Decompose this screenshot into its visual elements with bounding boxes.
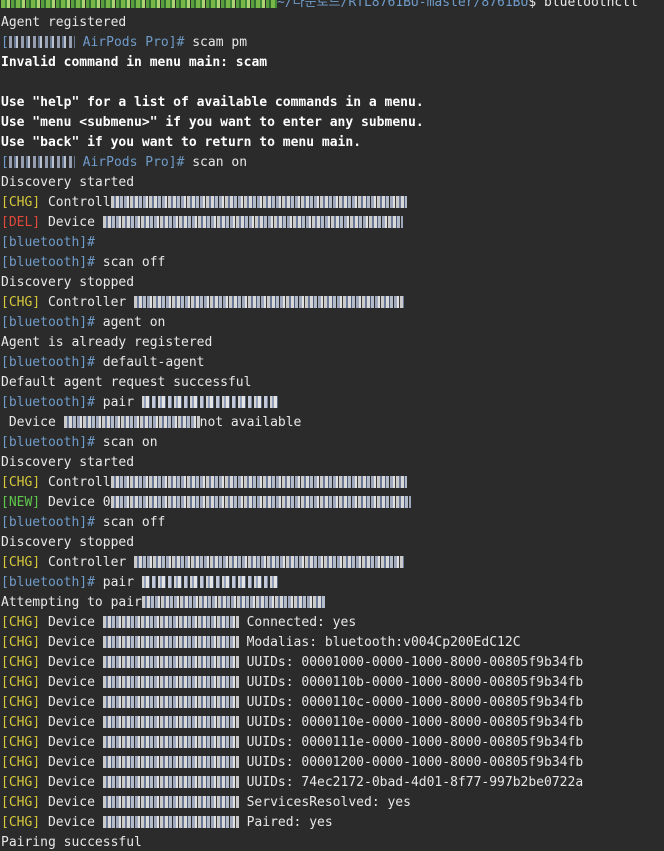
tag-chg: [CHG] <box>1 475 41 490</box>
tag-chg: [CHG] <box>1 555 41 570</box>
terminal-line: [CHG] Controller <box>1 293 664 313</box>
redacted-address <box>102 796 239 808</box>
terminal-line: [bluetooth]# agent on <box>1 315 166 330</box>
terminal-line: Agent registered <box>1 15 127 30</box>
redacted-address <box>102 756 239 768</box>
terminal-window[interactable]: ~/다운로드/RTL8761BU-master/8761BU$ bluetoot… <box>0 0 664 851</box>
redacted-address <box>102 636 239 648</box>
redacted-user-host <box>1 0 277 8</box>
prompt: [bluetooth]# <box>1 255 95 270</box>
tag-new: [NEW] <box>1 495 41 510</box>
redacted-address <box>102 776 239 788</box>
terminal-line: [ AirPods Pro]# scam pm <box>1 35 248 50</box>
terminal-line: Use "back" if you want to return to menu… <box>1 135 362 150</box>
redacted-device-name <box>8 36 75 48</box>
terminal-line: Use "menu <submenu>" if you want to ente… <box>1 115 424 130</box>
terminal-line: Agent is already registered <box>1 335 213 350</box>
terminal-line: Discovery stopped <box>1 275 135 290</box>
terminal-line: [bluetooth]# pair <box>1 573 664 593</box>
terminal-line: [bluetooth]# scan on <box>1 435 158 450</box>
redacted-address <box>141 396 278 408</box>
prompt: [bluetooth]# <box>1 315 95 330</box>
terminal-line: [bluetooth]# default-agent <box>1 355 205 370</box>
prompt: [bluetooth]# <box>1 395 95 410</box>
redacted-address <box>63 416 200 428</box>
device-event-line: [CHG] Device UUIDs: 00001200-0000-1000-8… <box>1 755 584 770</box>
terminal-line: [CHG] Controll <box>1 193 664 213</box>
redacted-address <box>141 576 278 588</box>
terminal-line: [ AirPods Pro]# scan on <box>1 155 248 170</box>
terminal-line: Discovery stopped <box>1 535 135 550</box>
tag-del: [DEL] <box>1 215 41 230</box>
prompt: AirPods Pro]# <box>82 155 185 170</box>
redacted-controller <box>134 296 405 308</box>
device-event-line: [CHG] Device Modalias: bluetooth:v004Cp2… <box>1 635 521 650</box>
prompt: [bluetooth]# <box>1 435 95 450</box>
shell-command: $ bluetoothctl <box>528 0 638 10</box>
redacted-controller <box>110 196 407 208</box>
terminal-output: ~/다운로드/RTL8761BU-master/8761BU$ bluetoot… <box>1 0 664 851</box>
device-event-line: [CHG] Device Connected: yes <box>1 615 357 630</box>
terminal-line: [NEW] Device 0 <box>1 493 664 513</box>
redacted-address <box>102 616 239 628</box>
terminal-line: Discovery started <box>1 455 135 470</box>
terminal-line: [bluetooth]# scan off <box>1 255 166 270</box>
redacted-address <box>102 656 239 668</box>
device-event-line: [CHG] Device UUIDs: 0000110e-0000-1000-8… <box>1 715 584 730</box>
prompt: [bluetooth]# <box>1 355 95 370</box>
terminal-line: ~/다운로드/RTL8761BU-master/8761BU$ bluetoot… <box>1 0 664 13</box>
redacted-device-name <box>8 156 75 168</box>
tag-chg: [CHG] <box>1 295 41 310</box>
redacted-address <box>102 816 239 828</box>
terminal-line: Default agent request successful <box>1 375 252 390</box>
device-event-line: [CHG] Device Paired: yes <box>1 815 333 830</box>
device-event-line: [CHG] Device UUIDs: 0000111e-0000-1000-8… <box>1 735 584 750</box>
redacted-device <box>102 216 403 228</box>
device-event-line: [CHG] Device UUIDs: 00001000-0000-1000-8… <box>1 655 584 670</box>
redacted-controller <box>134 556 405 568</box>
terminal-line: Pairing successful <box>1 835 142 850</box>
terminal-line: Discovery started <box>1 175 135 190</box>
terminal-line: Invalid command in menu main: scam <box>1 55 268 70</box>
cwd-path: ~/다운로드/RTL8761BU-master/8761BU <box>277 0 529 10</box>
redacted-controller <box>110 476 407 488</box>
terminal-line: [bluetooth]# scan off <box>1 515 166 530</box>
terminal-line: Device not available <box>1 415 302 430</box>
device-event-line: [CHG] Device UUIDs: 0000110b-0000-1000-8… <box>1 675 584 690</box>
prompt: [bluetooth]# <box>1 515 95 530</box>
redacted-address <box>102 716 239 728</box>
prompt: [bluetooth]# <box>1 575 95 590</box>
redacted-device <box>110 496 411 508</box>
device-event-line: [CHG] Device UUIDs: 74ec2172-0bad-4d01-8… <box>1 775 584 790</box>
device-event-line: [CHG] Device UUIDs: 0000110c-0000-1000-8… <box>1 695 584 710</box>
prompt: [bluetooth]# <box>1 235 95 250</box>
redacted-address <box>102 696 239 708</box>
redacted-address <box>102 736 239 748</box>
prompt: AirPods Pro]# <box>82 35 185 50</box>
redacted-address <box>102 676 239 688</box>
terminal-line: [DEL] Device <box>1 213 664 233</box>
terminal-line: [bluetooth]# <box>1 233 664 253</box>
tag-chg: [CHG] <box>1 195 41 210</box>
redacted-address <box>141 596 326 608</box>
terminal-line: Attempting to pair <box>1 593 664 613</box>
terminal-line: [CHG] Controll <box>1 473 664 493</box>
terminal-line: [bluetooth]# pair <box>1 393 664 413</box>
terminal-line: [CHG] Controller <box>1 553 664 573</box>
terminal-line: Use "help" for a list of available comma… <box>1 95 424 110</box>
device-event-line: [CHG] Device ServicesResolved: yes <box>1 795 411 810</box>
